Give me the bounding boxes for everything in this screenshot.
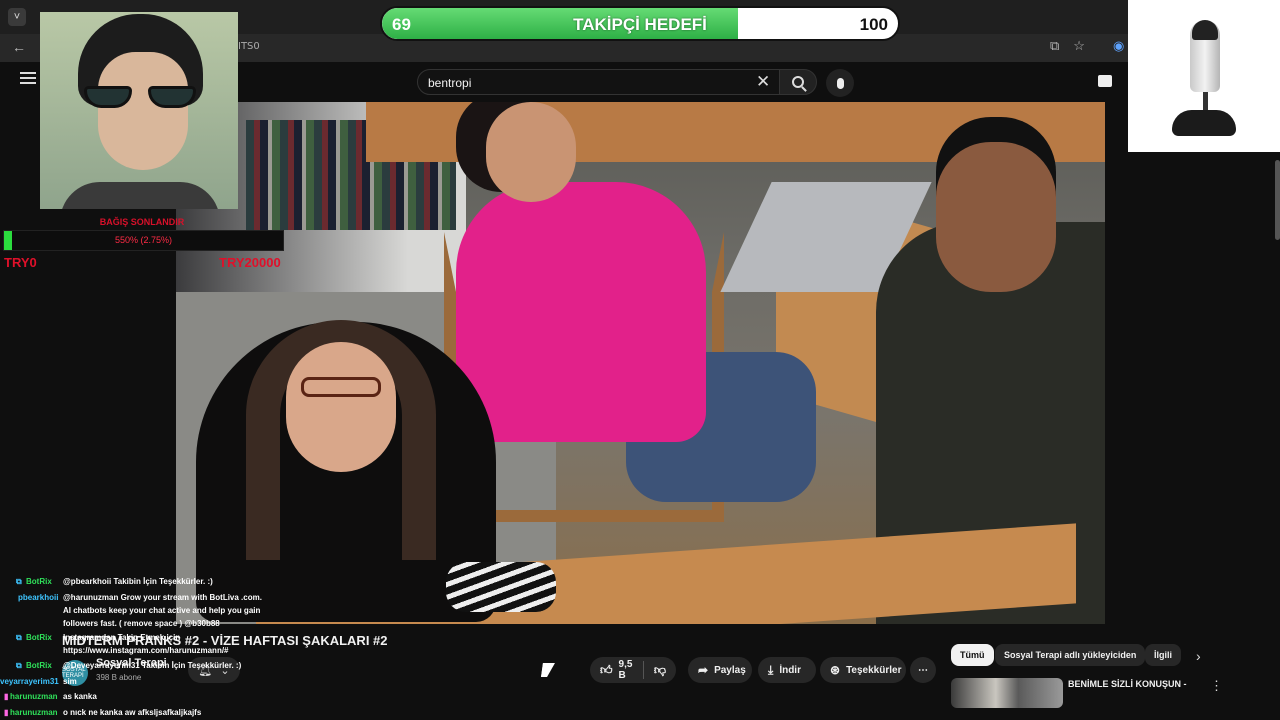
avatar-shirt	[60, 182, 220, 209]
donation-goal-min: TRY0	[4, 255, 37, 270]
chat-message: sim	[63, 677, 77, 686]
chip-from-uploader[interactable]: Sosyal Terapi adlı yükleyiciden	[995, 644, 1146, 666]
search-box[interactable]: ✕	[417, 69, 780, 95]
read-aloud-icon[interactable]: ◉	[1113, 38, 1124, 54]
bookmark-star-icon[interactable]: ☆	[1073, 38, 1085, 54]
donation-goal-bar: 550% (2.75%)	[3, 230, 284, 251]
video-scene-glasses	[301, 377, 381, 397]
page-scrollbar[interactable]	[1275, 160, 1280, 240]
avatar-face	[98, 52, 188, 170]
chat-username: pbearkhoii	[18, 593, 59, 602]
video-scene-striped-hat	[446, 562, 556, 612]
chat-username: BotRix	[26, 577, 52, 586]
recommended-more-icon[interactable]: ⋮	[1210, 678, 1223, 694]
video-scene-person-pink	[456, 182, 706, 442]
microphone-base	[1172, 110, 1236, 136]
microphone-icon	[836, 77, 844, 89]
chat-message: @harunuzman Grow your stream with BotLiv…	[63, 593, 262, 602]
recommended-video-thumbnail[interactable]	[951, 678, 1063, 708]
microphone-neck	[1203, 92, 1208, 112]
chat-username: harunuzman	[10, 708, 58, 717]
search-icon	[792, 76, 804, 88]
download-label: İndir	[779, 664, 801, 676]
like-dislike-button[interactable]: 👍︎ 9,5 B 👎︎	[590, 657, 676, 683]
follower-goal-label: TAKİPÇİ HEDEFİ	[573, 15, 707, 34]
hamburger-menu-icon[interactable]	[20, 72, 36, 86]
video-scene-woman-face	[286, 342, 396, 472]
chat-bot-badge-icon: ⧉	[16, 577, 22, 586]
chat-message: AI chatbots keep your chat active and he…	[63, 606, 261, 615]
microphone-overlay	[1128, 0, 1280, 152]
search-button[interactable]	[779, 69, 817, 95]
thanks-button[interactable]: ⊛ Teşekkürler	[820, 657, 906, 683]
recommended-video-title[interactable]: BENİMLE SİZLİ KONUŞUN -	[1068, 679, 1187, 689]
url-text[interactable]: ITS0	[238, 41, 260, 52]
video-scene-head	[486, 102, 576, 202]
donation-goal-percent: 550% (2.75%)	[114, 235, 173, 245]
more-actions-button[interactable]: ⋯	[910, 657, 936, 683]
video-player[interactable]	[176, 102, 1105, 624]
chevron-right-icon[interactable]: ›	[1196, 648, 1201, 664]
chat-username: veyarrayerim31	[0, 677, 59, 686]
chat-message: followers fast. ( remove space ) @b30b88	[63, 619, 220, 628]
create-video-icon[interactable]	[1098, 75, 1112, 87]
chip-all[interactable]: Tümü	[951, 644, 994, 666]
share-arrow-icon: ➦	[698, 663, 709, 677]
chat-message: as kanka	[63, 692, 97, 701]
like-separator	[643, 661, 644, 679]
clear-search-icon[interactable]: ✕	[756, 72, 770, 92]
chat-message: o nıck ne kanka aw afksljsafkaljkajfs	[63, 708, 202, 717]
tab-search-button[interactable]: ˅	[8, 8, 26, 26]
channel-subscribers: 398 B abone	[96, 673, 142, 682]
follower-goal-target: 100	[859, 15, 888, 34]
download-button[interactable]: ⤓ İndir	[758, 657, 816, 683]
chat-username: BotRix	[26, 661, 52, 670]
like-count: 9,5 B	[618, 659, 633, 681]
search-input[interactable]	[428, 74, 748, 92]
chat-bot-badge-icon: ⧉	[16, 633, 22, 642]
chat-message: https://www.instagram.com/harunuzmann/#	[63, 646, 229, 655]
back-arrow-icon[interactable]: ←	[12, 39, 26, 55]
screen: ˅ ← ITS0 ⧉ ☆ ◉ ✕	[0, 0, 1280, 720]
follower-goal-bar: 69 TAKİPÇİ HEDEFİ 100	[380, 6, 900, 41]
video-scene-man-head	[936, 142, 1056, 292]
chat-message: Instagramdan Takip Etmek için	[63, 633, 181, 642]
chip-related[interactable]: İlgili	[1145, 644, 1181, 666]
chat-message: @pbearkhoii Takibin İçin Teşekkürler. :)	[63, 577, 213, 586]
super-thanks-icon: ⊛	[830, 663, 841, 677]
voice-search-button[interactable]	[826, 69, 854, 97]
more-dots-icon: ⋯	[918, 664, 928, 676]
thumbs-down-icon[interactable]: 👎︎	[654, 663, 666, 678]
share-button[interactable]: ➦ Paylaş	[688, 657, 752, 683]
thumbs-up-icon[interactable]: 👍︎	[600, 663, 613, 678]
chat-username: harunuzman	[10, 692, 58, 701]
share-label: Paylaş	[714, 664, 746, 676]
streamer-webcam-avatar	[40, 12, 238, 209]
chat-user-badge-icon: ▮	[4, 708, 9, 717]
chat-user-badge-icon: ▮	[4, 692, 9, 701]
donation-goal-title: BAĞIŞ SONLANDIR	[99, 217, 185, 227]
address-bar-icons: ⧉ ☆ ◉	[1050, 38, 1124, 54]
avatar-sunglasses-left	[84, 86, 132, 108]
avatar-sunglasses-right	[148, 86, 196, 108]
microphone-top	[1192, 20, 1218, 40]
download-icon: ⤓	[768, 662, 774, 677]
install-app-icon[interactable]: ⧉	[1050, 38, 1059, 54]
mouse-cursor-icon	[541, 663, 555, 677]
thanks-label: Teşekkürler	[846, 664, 902, 676]
donation-goal-max: TRY20000	[219, 255, 281, 270]
chat-username: BotRix	[26, 633, 52, 642]
chat-bot-badge-icon: ⧉	[16, 661, 22, 670]
chat-message: @Deveyarrayerim31 Takibin İçin Teşekkürl…	[63, 661, 242, 670]
